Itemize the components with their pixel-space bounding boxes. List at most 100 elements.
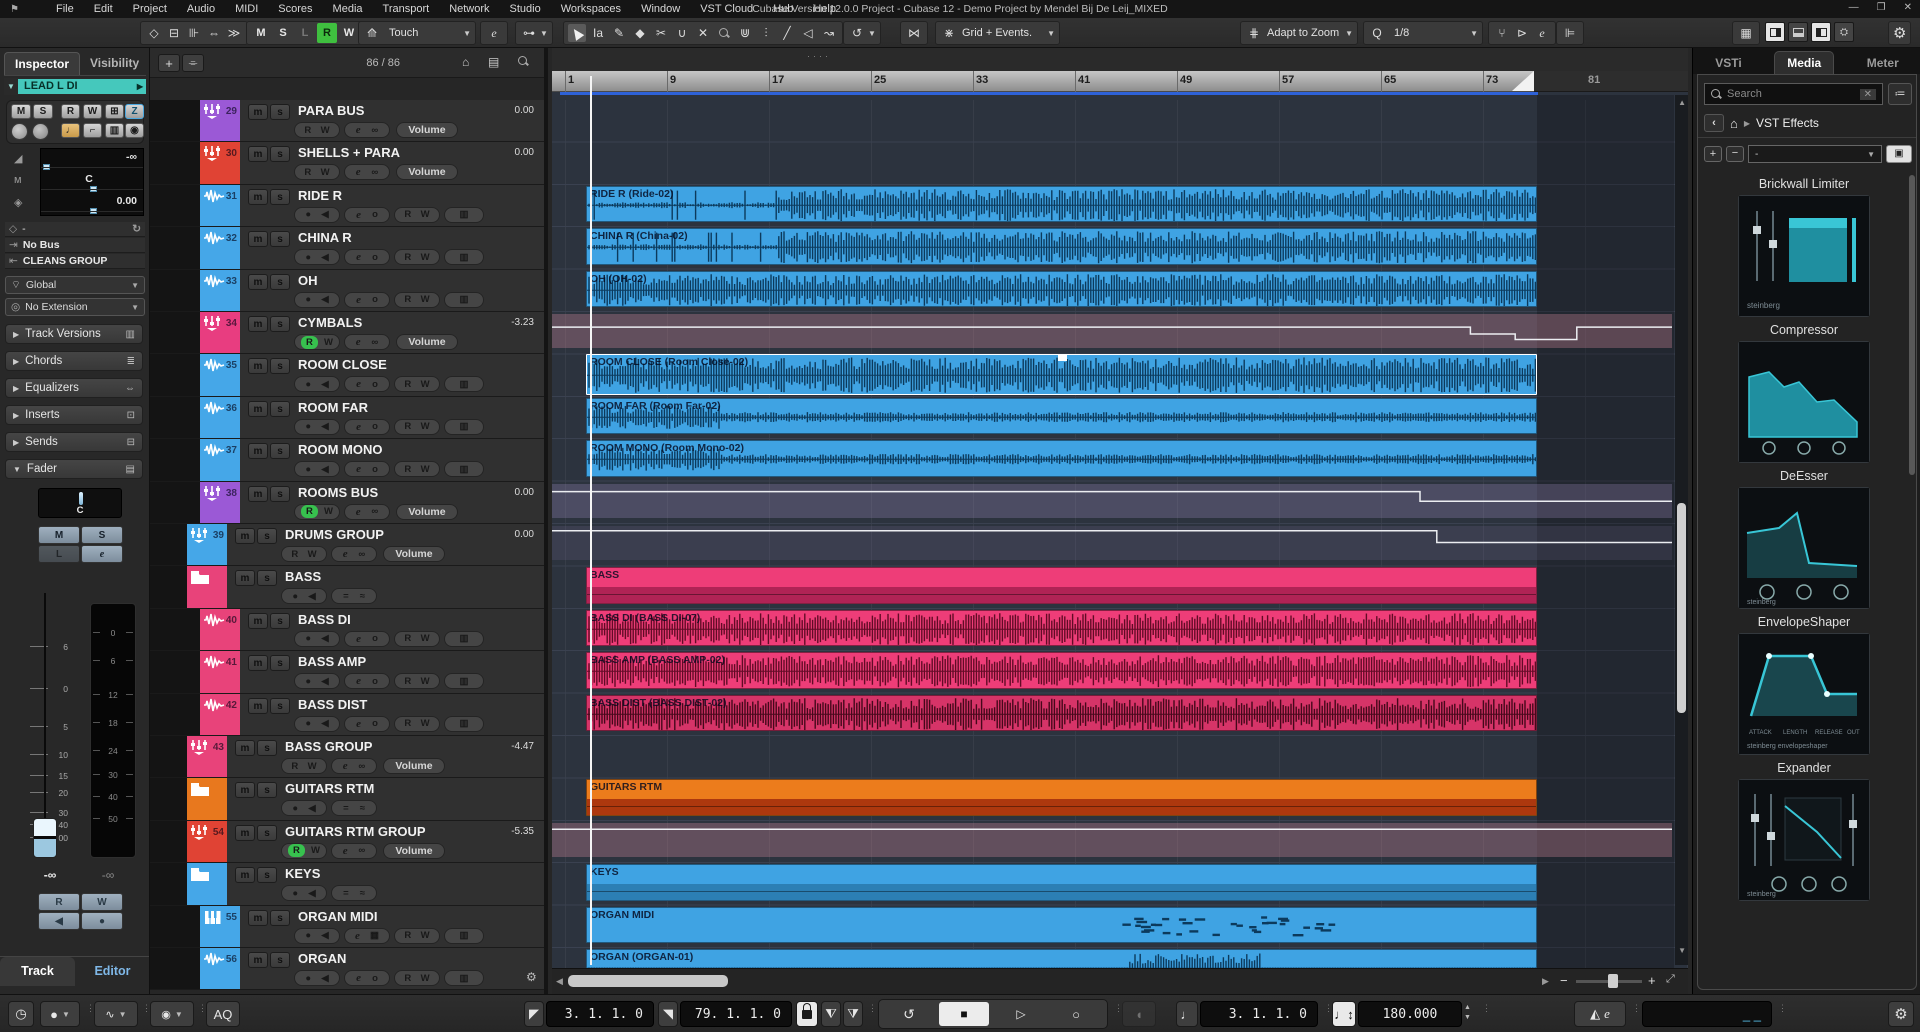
automation-pill[interactable]: RW: [394, 419, 440, 435]
event-room-close-room-close-02-[interactable]: ROOM CLOSE (Room Close-02): [586, 354, 1537, 394]
automation-pill[interactable]: RW: [394, 376, 440, 392]
track-mute-button[interactable]: m: [248, 613, 268, 629]
track-mute-button[interactable]: m: [248, 401, 268, 417]
track-param-label[interactable]: Volume: [395, 548, 432, 560]
quantize-panel-icon[interactable]: e: [1533, 24, 1551, 42]
track-mute-button[interactable]: m: [235, 570, 255, 586]
track-edit-button[interactable]: e: [356, 718, 361, 730]
track-solo-button[interactable]: s: [270, 698, 290, 714]
chain-row[interactable]: ◇-↻: [5, 222, 145, 237]
track-monitor-button[interactable]: ◀: [321, 633, 328, 644]
track-lanes-button[interactable]: ▥: [460, 718, 469, 729]
track-read-button[interactable]: R: [404, 930, 411, 941]
solo-button[interactable]: S: [33, 104, 53, 119]
track-preset-button[interactable]: ⌯: [182, 54, 204, 72]
track-row-55[interactable]: 55msORGAN MIDI●◀e▦RW▥: [150, 906, 548, 948]
record-button[interactable]: ○: [1053, 1003, 1099, 1025]
track-mute-button[interactable]: m: [248, 189, 268, 205]
track-color-strip[interactable]: 32: [200, 227, 240, 268]
track-lanes-button[interactable]: ▥: [460, 379, 469, 390]
event-handle[interactable]: [1058, 355, 1067, 361]
remove-rack-button[interactable]: −: [1726, 146, 1744, 162]
track-color-strip[interactable]: [187, 778, 227, 819]
track-read-button[interactable]: R: [404, 973, 411, 984]
track-mute-button[interactable]: m: [248, 952, 268, 968]
input-routing-row[interactable]: ⇥No Bus: [5, 238, 145, 253]
track-color-strip[interactable]: 56: [200, 948, 240, 989]
snap-type-dropdown[interactable]: ⋇ Grid + Events. ▼: [935, 21, 1060, 45]
setup-icon-1[interactable]: ⊟: [165, 24, 183, 42]
play-tool[interactable]: ◁: [799, 24, 817, 42]
track-write-button[interactable]: W: [421, 252, 430, 263]
track-color-strip[interactable]: 34: [200, 312, 240, 353]
event-bass-amp-bass-amp-02-[interactable]: BASS AMP (BASS AMP-02): [586, 652, 1537, 688]
toggle-right-zone-button[interactable]: [1811, 22, 1831, 42]
menu-studio[interactable]: Studio: [501, 1, 550, 17]
menu-transport[interactable]: Transport: [374, 1, 439, 17]
track-read-button[interactable]: R: [304, 167, 311, 178]
event-organ-midi[interactable]: ORGAN MIDI: [586, 907, 1537, 943]
track-param-label[interactable]: Volume: [408, 336, 445, 348]
folder-show-data-button[interactable]: ≈: [360, 888, 365, 899]
record-pill[interactable]: ●◀: [281, 588, 327, 604]
track-edit-button[interactable]: e: [356, 294, 361, 306]
track-write-button[interactable]: W: [311, 845, 320, 856]
fader-mute-button[interactable]: M: [38, 526, 80, 544]
automation-lane[interactable]: [552, 484, 1672, 518]
track-param-label[interactable]: Volume: [408, 506, 445, 518]
plugin-item-envelopeshaper[interactable]: EnvelopeShaperATTACKLENGTHRELEASEOUTstei…: [1698, 615, 1910, 755]
track-row-32[interactable]: 32msCHINA R●◀eoRW▥: [150, 227, 548, 269]
automation-pill[interactable]: RW: [281, 546, 327, 562]
cycle-range-bar[interactable]: [560, 92, 1538, 95]
lanes-pill[interactable]: ▥: [444, 292, 484, 308]
lanes-pill[interactable]: ▥: [444, 928, 484, 944]
lanes-pill[interactable]: ▥: [444, 207, 484, 223]
output-routing-row[interactable]: ⇤CLEANS GROUP: [5, 254, 145, 269]
metronome-group[interactable]: ◭e: [1574, 1001, 1626, 1027]
track-solo-button[interactable]: s: [270, 358, 290, 374]
event-room-mono-room-mono-02-[interactable]: ROOM MONO (Room Mono-02): [586, 440, 1537, 476]
fader-read-button[interactable]: R: [38, 893, 80, 911]
volume-pill[interactable]: Volume: [383, 546, 445, 562]
track-color-strip[interactable]: 41: [200, 651, 240, 692]
toolbar-setup-button[interactable]: ⚙: [1888, 21, 1911, 45]
event-bass-dist-bass-dist-02-[interactable]: BASS DIST (BASS DIST-02): [586, 695, 1537, 731]
track-solo-button[interactable]: s: [270, 146, 290, 162]
track-write-button[interactable]: W: [324, 506, 333, 517]
automation-mode-dropdown[interactable]: ⟰ Touch ▼: [358, 21, 476, 45]
audio-record-mode-dropdown[interactable]: ∿▼: [94, 1001, 138, 1027]
track-read-button[interactable]: R: [288, 844, 305, 857]
menu-audio[interactable]: Audio: [178, 1, 224, 17]
track-insert-state[interactable]: o: [372, 676, 378, 687]
automation-pill[interactable]: RW: [394, 631, 440, 647]
menu-help[interactable]: Help: [804, 1, 845, 17]
setup-icon-3[interactable]: ⇔: [205, 24, 223, 42]
track-mute-button[interactable]: m: [235, 528, 255, 544]
automation-pill[interactable]: RW: [394, 249, 440, 265]
automation-s-button[interactable]: S: [273, 23, 293, 43]
edit-pill[interactable]: eo: [344, 716, 390, 732]
track-row-guitars-rtm[interactable]: msGUITARS RTM●◀=≈: [150, 778, 548, 820]
quantize-dropdown[interactable]: Q 1/8 ▼: [1363, 21, 1483, 45]
automation-pill[interactable]: RW: [394, 928, 440, 944]
track-read-button[interactable]: R: [404, 209, 411, 220]
track-bypass-button[interactable]: ∞: [371, 167, 378, 178]
track-color-strip[interactable]: 31: [200, 185, 240, 226]
playhead-cursor[interactable]: [590, 76, 592, 965]
volume-pill[interactable]: Volume: [396, 504, 458, 520]
track-insert-state[interactable]: o: [372, 421, 378, 432]
track-write-button[interactable]: W: [324, 337, 333, 348]
plugin-item-compressor[interactable]: Compressor: [1698, 323, 1910, 463]
track-color-strip[interactable]: 38: [200, 482, 240, 523]
back-button[interactable]: ‹: [1704, 114, 1724, 132]
track-edit-button[interactable]: e: [356, 633, 361, 645]
volume-pill[interactable]: Volume: [396, 122, 458, 138]
track-row-40[interactable]: 40msBASS DI●◀eoRW▥: [150, 609, 548, 651]
section-track-versions[interactable]: ▶Track Versions▥: [5, 324, 143, 344]
fader-listen-button[interactable]: L: [38, 545, 80, 563]
zoom-out-button[interactable]: −: [1560, 973, 1568, 988]
pan-control[interactable]: C: [38, 488, 122, 518]
track-solo-button[interactable]: s: [270, 952, 290, 968]
event-china-r-china-02-[interactable]: CHINA R (China-02): [586, 228, 1537, 264]
track-color-strip[interactable]: 33: [200, 270, 240, 311]
